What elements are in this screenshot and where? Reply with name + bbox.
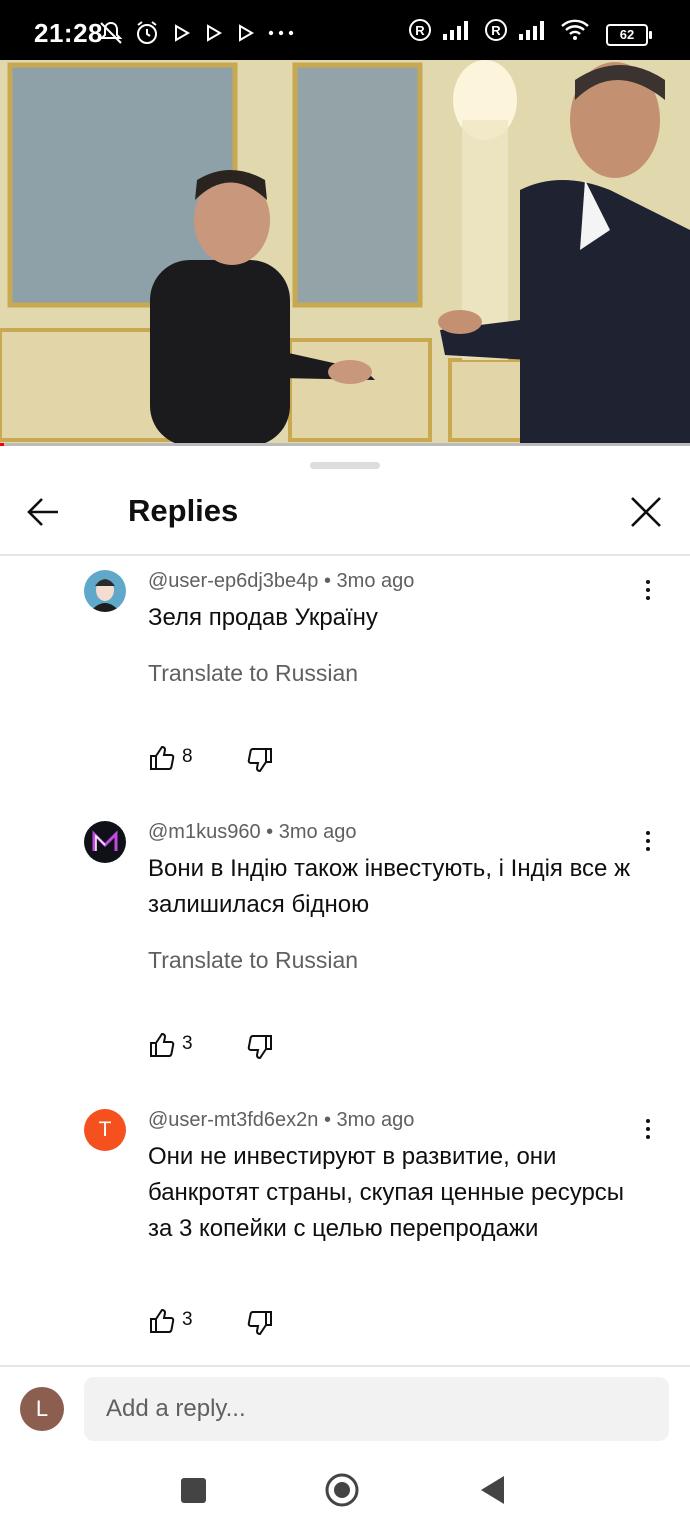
video-progress-fill xyxy=(0,443,4,446)
avatar[interactable] xyxy=(84,570,126,612)
avatar-letter: T xyxy=(98,1118,112,1141)
avatar[interactable]: T xyxy=(84,1109,126,1151)
status-time: 21:28 xyxy=(34,18,103,48)
like-count: 3 xyxy=(182,1033,193,1054)
thumbs-down-icon[interactable] xyxy=(246,746,274,774)
comment-text: Зеля продав Україну xyxy=(148,604,378,631)
comment-age: 3mo ago xyxy=(336,570,415,592)
thumbs-up-icon[interactable] xyxy=(148,1031,176,1059)
more-horiz-icon xyxy=(268,30,294,36)
system-nav-bar xyxy=(0,1455,690,1533)
author-handle[interactable]: @m1kus960 xyxy=(148,821,261,843)
m-logo-avatar xyxy=(84,821,126,863)
play-notification-icon xyxy=(175,24,190,42)
roaming-icon: R xyxy=(485,19,507,41)
status-left-icons xyxy=(98,20,296,46)
wifi-icon xyxy=(561,19,589,40)
comment-item: @user-ep6dj3be4p • 3mo ago Зеля продав У… xyxy=(0,570,690,800)
signal-icon xyxy=(443,21,468,40)
avatar[interactable] xyxy=(84,821,126,863)
reply-input[interactable]: Add a reply... xyxy=(84,1377,669,1441)
comment-item: @m1kus960 • 3mo ago Вони в Індію також і… xyxy=(0,821,690,1081)
battery-indicator: 62 xyxy=(606,24,652,46)
thumbs-down-icon[interactable] xyxy=(246,1309,274,1337)
author-handle[interactable]: @user-ep6dj3be4p xyxy=(148,570,318,592)
play-notification-icon xyxy=(239,24,254,42)
svg-text:R: R xyxy=(415,23,425,38)
comment-text: Они не инвестируют в развитие, они банкр… xyxy=(148,1143,625,1242)
svg-text:R: R xyxy=(491,23,501,38)
comment-meta: @user-mt3fd6ex2n • 3mo ago xyxy=(148,1109,415,1131)
reply-placeholder: Add a reply... xyxy=(106,1395,246,1422)
video-frame xyxy=(0,60,690,446)
roaming-icon: R xyxy=(409,19,431,41)
thumbs-up-icon[interactable] xyxy=(148,1307,176,1335)
author-handle[interactable]: @user-mt3fd6ex2n xyxy=(148,1109,318,1131)
thumbs-up-icon[interactable] xyxy=(148,744,176,772)
video-player[interactable] xyxy=(0,60,690,446)
status-bar: 21:28 R R 62 xyxy=(0,0,690,60)
reply-bar: L Add a reply... xyxy=(0,1365,690,1457)
translate-link[interactable]: Translate to Russian xyxy=(148,947,358,974)
portrait-avatar xyxy=(84,570,126,612)
comment-meta: @m1kus960 • 3mo ago xyxy=(148,821,357,843)
comment-meta: @user-ep6dj3be4p • 3mo ago xyxy=(148,570,415,592)
comment-item: T @user-mt3fd6ex2n • 3mo ago Они не инве… xyxy=(0,1109,690,1339)
signal-icon xyxy=(519,21,544,40)
comment-text: Вони в Індію також інвестують, і Індія в… xyxy=(148,855,631,918)
comment-age: 3mo ago xyxy=(336,1109,415,1131)
nav-back-icon[interactable] xyxy=(478,1474,506,1506)
user-avatar[interactable]: L xyxy=(20,1387,64,1431)
page-title: Replies xyxy=(128,493,239,528)
recent-apps-icon[interactable] xyxy=(181,1478,206,1503)
home-icon[interactable] xyxy=(325,1473,359,1507)
back-button[interactable] xyxy=(24,492,64,532)
thumbs-down-icon[interactable] xyxy=(246,1033,274,1061)
replies-header: Replies xyxy=(0,478,690,556)
like-count: 3 xyxy=(182,1309,193,1330)
alarm-icon xyxy=(137,21,157,44)
status-right-icons: R R xyxy=(408,18,590,42)
translate-link[interactable]: Translate to Russian xyxy=(148,660,358,687)
video-progress-bar[interactable] xyxy=(0,443,690,446)
play-notification-icon xyxy=(207,24,222,42)
comment-age: 3mo ago xyxy=(278,821,357,843)
back-arrow-icon xyxy=(27,498,58,526)
close-icon xyxy=(631,497,661,527)
bell-off-icon xyxy=(99,21,123,44)
close-button[interactable] xyxy=(626,492,666,532)
drag-handle[interactable] xyxy=(310,462,380,469)
like-count: 8 xyxy=(182,746,193,767)
